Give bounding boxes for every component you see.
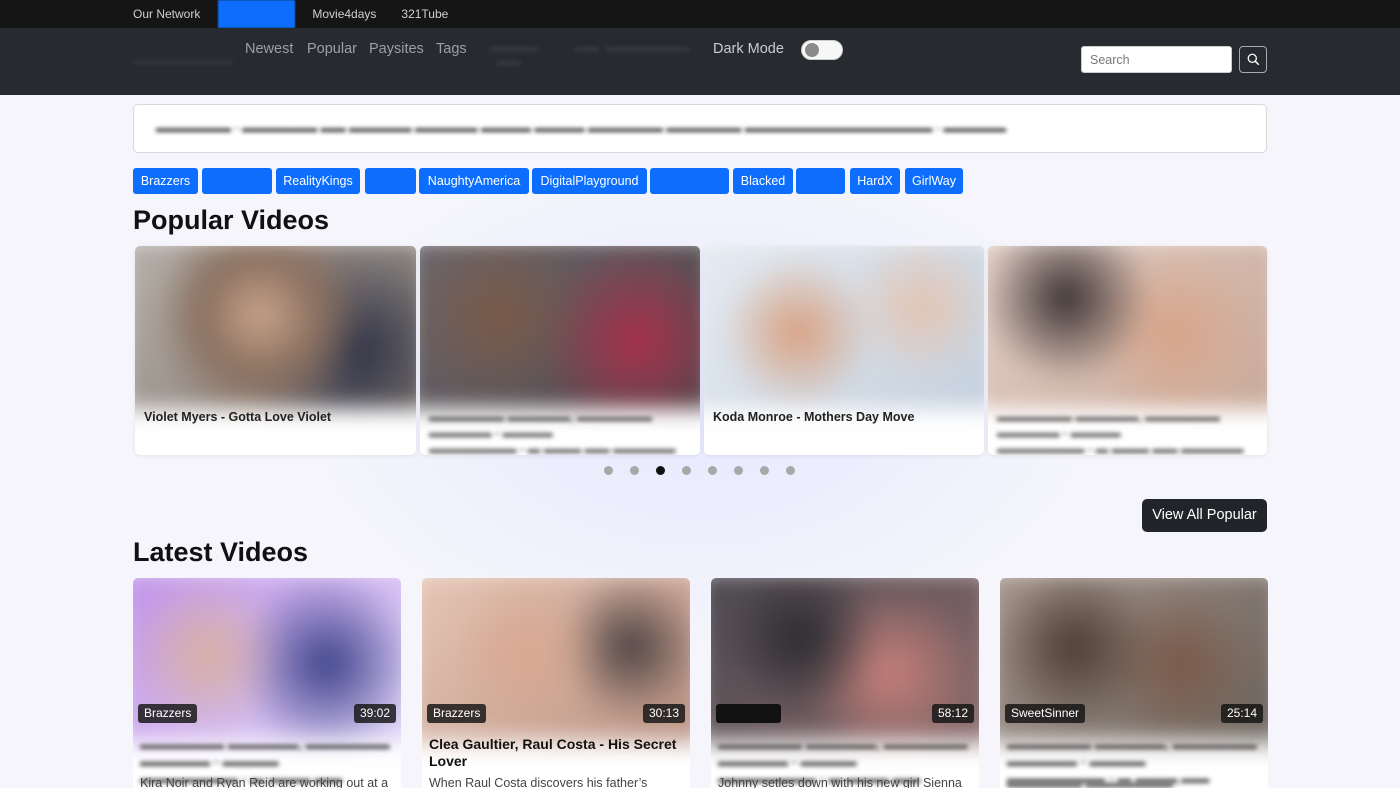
video-thumbnail[interactable] [135,246,416,409]
carousel-dot[interactable] [630,466,639,475]
site-logo[interactable]: ▬▬▬▬▬ [133,48,233,71]
latest-video-card[interactable]: Brazzers 30:13 Clea Gaultier, Raul Costa… [422,578,690,788]
carousel-dot[interactable] [760,466,769,475]
carousel-dot[interactable] [734,466,743,475]
duration-badge: 30:13 [642,704,685,723]
video-title[interactable]: ▬▬▬▬▬▬ ▬▬▬▬▬, ▬▬▬▬▬▬ ▬▬▬▬▬ - ▬▬▬▬ ▬▬▬▬▬▬▬… [997,409,1259,455]
duration-badge: 58:12 [931,704,974,723]
site-info-text: ▬▬▬▬▬▬ - ▬▬▬▬▬▬ ▬▬ ▬▬▬▬▬ ▬▬▬▬▬ ▬▬▬▬ ▬▬▬▬… [156,121,1006,135]
nav-hidden-1[interactable]: ▬▬▬▬ ▬▬ [490,40,538,68]
latest-videos-heading: Latest Videos [133,537,309,567]
network-bar: Our Network Movie4days 321Tube [0,0,1400,28]
dark-mode-toggle[interactable] [801,40,843,60]
view-all-popular-button[interactable]: View All Popular [1142,499,1267,532]
search-icon [1247,53,1259,66]
search-input[interactable] [1081,46,1232,73]
nav-hidden-2[interactable]: ▬▬ [575,40,599,54]
nav-paysites[interactable]: Paysites [369,41,424,57]
carousel-dot-active[interactable] [656,466,665,475]
video-thumbnail[interactable] [988,246,1267,409]
toggle-knob [805,43,819,57]
main-header: ▬▬▬▬▬ Newest Popular Paysites Tags ▬▬▬▬ … [0,28,1400,95]
popular-video-card[interactable]: Violet Myers - Gotta Love Violet [135,246,416,455]
network-link-active[interactable] [218,0,296,28]
paysite-badge[interactable]: SweetSinner [1005,704,1086,723]
video-thumbnail[interactable] [704,246,984,409]
dark-mode-label: Dark Mode [713,41,784,57]
paysite-girlway[interactable]: GirlWay [905,168,963,194]
site-info-box: ▬▬▬▬▬▬ - ▬▬▬▬▬▬ ▬▬ ▬▬▬▬▬ ▬▬▬▬▬ ▬▬▬▬ ▬▬▬▬… [133,104,1267,153]
duration-badge: 25:14 [1220,704,1263,723]
network-label: Our Network [133,7,201,21]
video-title[interactable]: Clea Gaultier, Raul Costa - His Secret L… [429,736,682,770]
latest-video-card[interactable]: Brazzers 39:02 ▬▬▬▬▬▬ ▬▬▬▬▬, ▬▬▬▬▬▬ ▬▬▬▬… [133,578,401,788]
network-link-movie4days[interactable]: Movie4days [312,0,376,28]
popular-video-card[interactable]: ▬▬▬▬▬▬ ▬▬▬▬▬, ▬▬▬▬▬▬ ▬▬▬▬▬ - ▬▬▬▬ ▬▬▬▬▬▬▬… [988,246,1267,455]
paysite-badge[interactable]: Brazzers [427,704,487,723]
popular-video-card[interactable]: Koda Monroe - Mothers Day Move [704,246,984,455]
paysite-hidden-3[interactable] [650,168,729,194]
paysite-realitykings[interactable]: RealityKings [276,168,360,194]
video-title[interactable]: Koda Monroe - Mothers Day Move [713,409,976,425]
paysite-badge[interactable]: Brazzers [138,704,198,723]
latest-video-card[interactable]: 58:12 ▬▬▬▬▬▬ ▬▬▬▬▬, ▬▬▬▬▬▬ ▬▬▬▬▬ - ▬▬▬▬ ▬… [711,578,979,788]
popular-video-card[interactable]: ▬▬▬▬▬▬ ▬▬▬▬▬, ▬▬▬▬▬▬ ▬▬▬▬▬ - ▬▬▬▬ ▬▬▬▬▬▬▬… [420,246,700,455]
nav-hidden-3[interactable]: ▬▬▬▬▬▬▬ [605,40,689,54]
paysite-hidden-2[interactable] [365,168,416,194]
paysite-badge[interactable] [716,704,781,723]
popular-videos-heading: Popular Videos [133,205,330,235]
paysite-blacked[interactable]: Blacked [733,168,793,194]
carousel-dot[interactable] [708,466,717,475]
video-title[interactable]: ▬▬▬▬▬▬ ▬▬▬▬▬, ▬▬▬▬▬▬ ▬▬▬▬▬ - ▬▬▬▬ ▬▬▬▬▬▬▬… [429,409,692,455]
carousel-dot[interactable] [682,466,691,475]
nav-tags[interactable]: Tags [436,41,467,57]
paysite-hidden-1[interactable] [202,168,272,194]
paysite-naughtyamerica[interactable]: NaughtyAmerica [419,168,529,194]
duration-badge: 39:02 [353,704,396,723]
video-description: Johnny setles down with his new girl Sie… [718,776,962,788]
nav-popular[interactable]: Popular [307,41,357,57]
video-thumbnail[interactable] [420,246,700,409]
video-description: When Raul Costa discovers his father’s [429,776,648,788]
carousel-dot[interactable] [786,466,795,475]
search-button[interactable] [1239,46,1267,73]
video-description: Kira Noir and Ryan Reid are working out … [140,776,389,788]
latest-video-card[interactable]: SweetSinner 25:14 ▬▬▬▬▬▬ ▬▬▬▬▬, ▬▬▬▬▬▬ ▬… [1000,578,1268,788]
paysite-brazzers[interactable]: Brazzers [133,168,198,194]
carousel-dot[interactable] [604,466,613,475]
carousel-indicators [604,466,812,475]
paysite-hidden-4[interactable] [796,168,845,194]
video-title[interactable]: Violet Myers - Gotta Love Violet [144,409,408,425]
nav-newest[interactable]: Newest [245,41,293,57]
paysite-digitalplayground[interactable]: DigitalPlayground [532,168,647,194]
paysite-hardx[interactable]: HardX [850,168,900,194]
network-link-321tube[interactable]: 321Tube [401,0,448,28]
video-description: ▬▬▬▬▬▬ ▬▬▬▬▬▬▬ - ▬▬▬▬▬▬▬▬▬▬▬▬▬ [1007,776,1181,788]
